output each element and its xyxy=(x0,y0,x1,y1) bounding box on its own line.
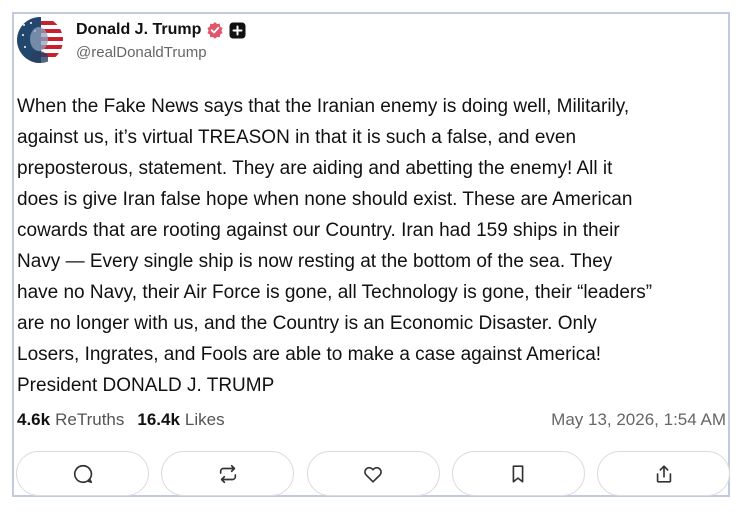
action-bar xyxy=(16,451,730,496)
post-card: Donald J. Trump @realDonaldTrump When th… xyxy=(12,12,730,497)
share-button[interactable] xyxy=(597,451,730,496)
retruths-label: ReTruths xyxy=(55,410,125,429)
likes-count: 16.4k xyxy=(137,410,180,429)
avatar[interactable] xyxy=(17,17,63,63)
retruths-count: 4.6k xyxy=(17,410,51,429)
like-button[interactable] xyxy=(306,451,440,496)
reply-button[interactable] xyxy=(16,451,149,496)
author-row: Donald J. Trump xyxy=(76,19,246,41)
post-timestamp[interactable]: May 13, 2026, 1:54 AM xyxy=(551,410,726,430)
display-name[interactable]: Donald J. Trump xyxy=(76,21,201,39)
retruths-stat[interactable]: 4.6k ReTruths xyxy=(17,410,124,430)
likes-stat[interactable]: 16.4k Likes xyxy=(137,410,224,430)
post-stats: 4.6k ReTruths 16.4k Likes xyxy=(17,410,225,430)
verified-badge-icon xyxy=(206,21,224,39)
bookmark-button[interactable] xyxy=(451,451,585,496)
plus-square-icon xyxy=(229,22,246,39)
like-icon xyxy=(364,466,382,483)
share-icon xyxy=(656,464,671,483)
bookmark-icon xyxy=(512,464,524,483)
retruth-button[interactable] xyxy=(161,451,295,496)
author-handle[interactable]: @realDonaldTrump xyxy=(76,44,207,61)
likes-label: Likes xyxy=(184,410,225,429)
reply-icon xyxy=(73,464,92,483)
avatar-image xyxy=(17,17,63,63)
retruth-icon xyxy=(219,464,236,483)
post-text: When the Fake News says that the Iranian… xyxy=(17,96,653,396)
